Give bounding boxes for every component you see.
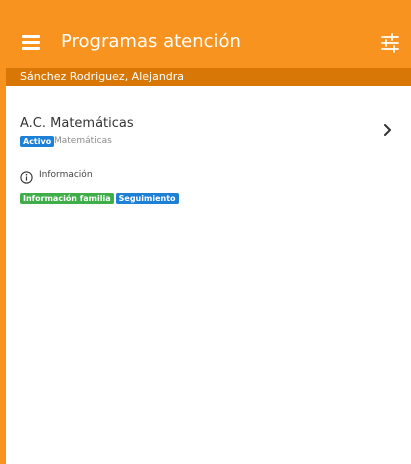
tag-follow-up[interactable]: Seguimiento [115,193,179,204]
program-list-item[interactable]: A.C. Matemáticas Activo Matemáticas [6,112,411,160]
filter-settings-icon[interactable] [379,32,401,54]
info-tags: Información familia Seguimiento [20,186,181,205]
page-title: Programas atención [61,31,241,52]
menu-icon[interactable] [20,33,44,53]
status-bar [6,0,411,18]
student-name: Sánchez Rodriguez, Alejandra [20,70,185,83]
info-icon [20,169,33,184]
student-header: Sánchez Rodriguez, Alejandra [6,68,411,86]
app-bar: Programas atención [6,18,411,68]
program-title: A.C. Matemáticas [20,116,134,131]
info-section: Información Información familia Seguimien… [6,166,411,206]
main-content: A.C. Matemáticas Activo Matemáticas Info… [6,86,411,464]
tag-family-info[interactable]: Información familia [20,193,114,204]
chevron-right-icon[interactable] [383,122,393,136]
status-badge: Activo [20,136,55,147]
info-label: Información [39,170,93,180]
program-subject: Matemáticas [54,136,112,146]
